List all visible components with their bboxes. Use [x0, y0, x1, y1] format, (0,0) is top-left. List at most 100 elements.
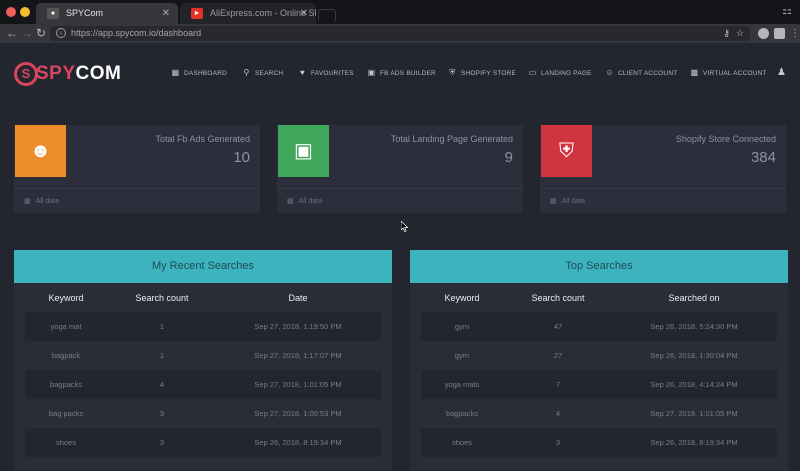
stat-footer: ▦ All data	[24, 197, 59, 205]
url-text: https://app.spycom.io/dashboard	[71, 28, 202, 38]
table-row[interactable]: shoes 3 Sep 26, 2018, 8:19:34 PM	[25, 428, 381, 457]
stat-count: 10	[233, 149, 250, 166]
cell-keyword: yoga mat	[50, 322, 82, 331]
card-divider	[14, 188, 260, 189]
forward-arrow-icon[interactable]: →	[21, 25, 33, 41]
nav-label: Client Account	[618, 70, 678, 77]
site-info-icon[interactable]: i	[56, 28, 66, 38]
cell-date: Sep 26, 2018, 8:19:34 PM	[254, 438, 342, 447]
top-searches-title: Top Searches	[410, 250, 788, 283]
nav-landing-page[interactable]: ▭ Landing Page	[528, 68, 592, 79]
profile-menu-icon[interactable]: ⚏	[782, 4, 792, 17]
cell-date: Sep 26, 2018, 8:19:34 PM	[650, 438, 738, 447]
key-icon[interactable]: ⚷	[723, 26, 730, 41]
cell-count: 1	[159, 351, 165, 360]
address-bar[interactable]: i https://app.spycom.io/dashboard ⚷ ☆	[50, 26, 750, 41]
stat-count: 384	[750, 149, 776, 166]
nav-search[interactable]: ⚲ Search	[242, 68, 283, 79]
card-divider	[277, 188, 523, 189]
stat-count: 9	[504, 149, 513, 166]
browser-menu-icon[interactable]: ⋮	[790, 26, 800, 42]
nav-client-account[interactable]: ☺ Client Account	[605, 68, 677, 79]
aliexpress-favicon-icon: ►	[191, 8, 203, 19]
table-row[interactable]: bag packs 3 Sep 27, 2018, 1:00:53 PM	[25, 399, 381, 428]
cell-count: 1	[159, 322, 165, 331]
col-header-searched-on: Searched on	[668, 293, 720, 303]
browser-tab-bar: ● SPYCom ✕ ► AliExpress.com - Online Sho…	[0, 0, 800, 24]
cell-count: 3	[159, 438, 165, 447]
extension-icon[interactable]	[774, 28, 785, 39]
top-searches-panel: Top Searches Keyword Search count Search…	[410, 250, 788, 471]
table-row[interactable]: yoga mats 7 Sep 26, 2018, 4:14:24 PM	[421, 370, 777, 399]
cell-keyword: bagpacks	[49, 380, 83, 389]
cell-keyword: gym	[454, 322, 470, 331]
cell-date: Sep 26, 2018, 5:24:30 PM	[650, 322, 738, 331]
new-tab-button[interactable]	[318, 9, 336, 21]
back-arrow-icon[interactable]: ←	[6, 25, 18, 41]
tab-close-icon[interactable]: ✕	[162, 3, 170, 24]
cell-date: Sep 27, 2018, 1:00:53 PM	[254, 409, 342, 418]
browser-tab-aliexpress[interactable]: ► AliExpress.com - Online Shopp ✕	[180, 3, 316, 24]
table-row[interactable]: bagpacks 4 Sep 27, 2018, 1:01:05 PM	[25, 370, 381, 399]
extension-icon[interactable]	[758, 28, 769, 39]
tab-title: SPYCom	[66, 8, 104, 18]
nav-shopify-store[interactable]: ⛨ Shopify Store	[448, 68, 516, 79]
browser-tab-spycom[interactable]: ● SPYCom ✕	[36, 3, 178, 24]
cell-count: 27	[553, 351, 563, 360]
recent-searches-panel: My Recent Searches Keyword Search count …	[14, 250, 392, 471]
nav-fb-ads-builder[interactable]: ▣ FB Ads Builder	[367, 68, 436, 79]
calendar-icon: ▦	[24, 198, 31, 205]
cell-date: Sep 26, 2018, 1:30:04 PM	[650, 351, 738, 360]
nav-virtual-account[interactable]: ▩ Virtual Account	[690, 68, 767, 79]
cell-date: Sep 27, 2018, 1:01:05 PM	[254, 380, 342, 389]
nav-label: Landing Page	[541, 70, 592, 77]
stat-card-shopify-stores: ⛨ Shopify Store Connected 384 ▦ All data	[540, 125, 786, 213]
calendar-icon: ▦	[287, 198, 294, 205]
cart-icon: ⛨	[559, 140, 574, 162]
table-row[interactable]: yoga mat 1 Sep 27, 2018, 1:19:50 PM	[25, 312, 381, 341]
cart-icon: ⛨	[449, 68, 456, 77]
window-minimize-button[interactable]	[20, 7, 30, 17]
heart-icon: ♥	[300, 68, 305, 77]
col-header-date: Date	[288, 293, 308, 303]
cell-count: 7	[555, 380, 561, 389]
col-header-search-count: Search count	[135, 293, 189, 303]
card-divider	[540, 188, 786, 189]
tab-close-icon[interactable]: ✕	[300, 3, 308, 24]
table-row[interactable]: shoes 3 Sep 26, 2018, 8:19:34 PM	[421, 428, 777, 457]
window-close-button[interactable]	[6, 7, 16, 17]
spycom-favicon-icon: ●	[47, 8, 59, 19]
app-navbar: S SPYCOM ▦ Dashboard ⚲ Search ♥ Favourites …	[0, 43, 800, 105]
nav-favourites[interactable]: ♥ Favourites	[298, 68, 354, 79]
cell-keyword: shoes	[55, 438, 76, 447]
col-header-keyword: Keyword	[48, 293, 84, 303]
logo-mark-icon: S	[14, 62, 38, 86]
ads-icon: ▣	[367, 68, 376, 77]
stat-icon-box: ☻	[15, 125, 66, 177]
bookmark-star-icon[interactable]: ☆	[736, 26, 744, 41]
stat-footer-label: All data	[561, 198, 585, 205]
cell-count: 4	[159, 380, 165, 389]
cell-date: Sep 27, 2018, 1:17:07 PM	[254, 351, 342, 360]
cell-keyword: bag packs	[48, 409, 84, 418]
stat-title: Total Fb Ads Generated	[155, 134, 250, 144]
user-icon[interactable]: ♟	[777, 67, 786, 78]
reload-icon[interactable]: ↻	[36, 25, 46, 41]
cell-count: 3	[159, 409, 165, 418]
cell-keyword: bagpack	[51, 351, 81, 360]
table-row[interactable]: gym 47 Sep 26, 2018, 5:24:30 PM	[421, 312, 777, 341]
cell-count: 4	[555, 409, 561, 418]
client-icon: ☺	[605, 68, 614, 77]
table-row[interactable]: gym 27 Sep 26, 2018, 1:30:04 PM	[421, 341, 777, 370]
id-card-icon: ▩	[690, 68, 699, 77]
cell-date: Sep 27, 2018, 1:01:05 PM	[650, 409, 738, 418]
table-row[interactable]: bagpack 1 Sep 27, 2018, 1:17:07 PM	[25, 341, 381, 370]
nav-label: Shopify Store	[461, 70, 517, 77]
table-row[interactable]: bagpacks 4 Sep 27, 2018, 1:01:05 PM	[421, 399, 777, 428]
stat-footer-label: All data	[35, 198, 59, 205]
nav-dashboard[interactable]: ▦ Dashboard	[171, 68, 227, 79]
col-header-keyword: Keyword	[444, 293, 480, 303]
cell-count: 47	[553, 322, 563, 331]
logo-text-pink: SPY	[36, 63, 76, 84]
stat-icon-box: ▣	[278, 125, 329, 177]
